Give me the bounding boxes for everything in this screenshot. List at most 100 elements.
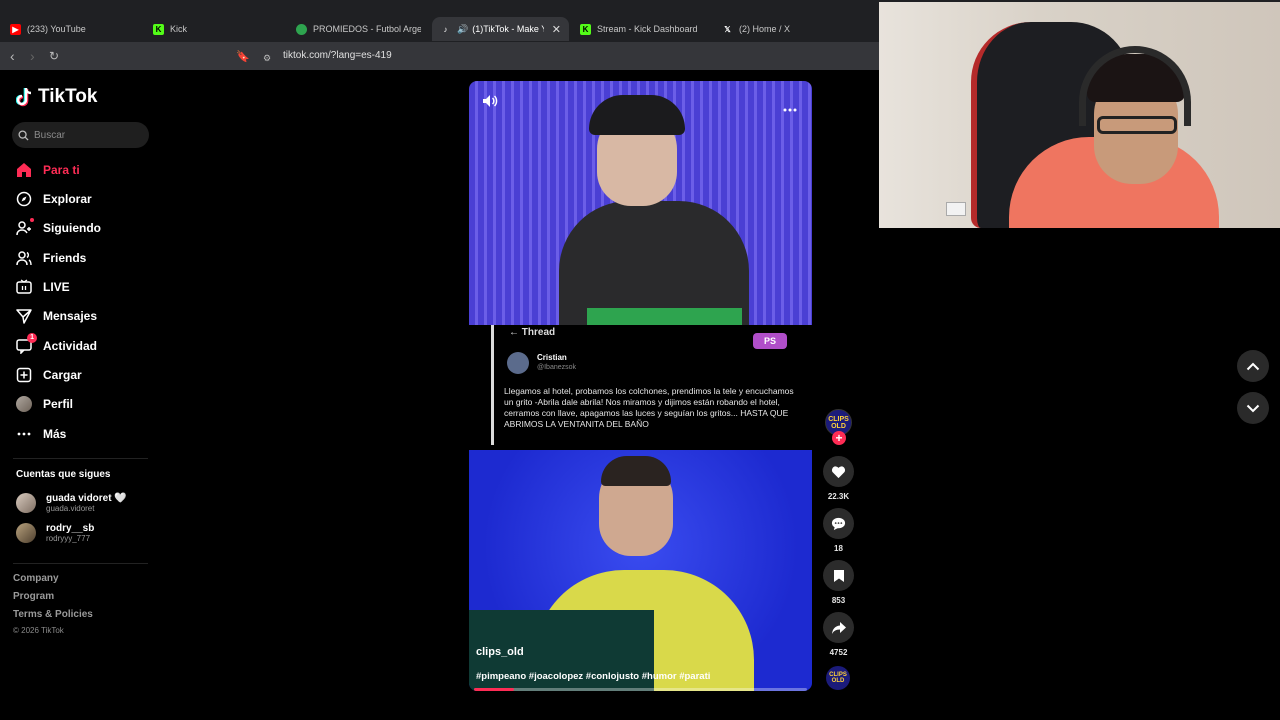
sidebar-divider bbox=[13, 458, 148, 459]
like-count: 22.3K bbox=[827, 492, 850, 501]
sidebar-item-siguiendo[interactable]: Siguiendo bbox=[16, 217, 101, 239]
video-player[interactable]: ← Thread PS Cristian @Ibanezsok Llegamos… bbox=[469, 81, 812, 691]
save-button[interactable] bbox=[823, 560, 854, 591]
tab-youtube[interactable]: ▶ (233) YouTube bbox=[10, 17, 130, 41]
previous-video-button[interactable] bbox=[1237, 350, 1269, 382]
sidebar-item-live[interactable]: LIVE bbox=[16, 276, 70, 298]
sidebar-item-label: Friends bbox=[43, 251, 87, 265]
tab-label: Stream - Kick Dashboard bbox=[597, 24, 698, 34]
tab-promiedos[interactable]: PROMIEDOS - Futbol Argentino bbox=[296, 17, 421, 41]
thread-author-handle: @Ibanezsok bbox=[537, 364, 577, 371]
volume-icon[interactable] bbox=[482, 94, 498, 113]
sidebar-item-mas[interactable]: Más bbox=[16, 423, 66, 445]
sidebar-item-mensajes[interactable]: Mensajes bbox=[16, 305, 97, 327]
sidebar-item-label: Cargar bbox=[43, 368, 82, 382]
promiedos-icon bbox=[296, 23, 307, 35]
footer-link-terms[interactable]: Terms & Policies bbox=[13, 609, 93, 620]
kick-icon: K bbox=[153, 23, 164, 35]
tab-tiktok[interactable]: ♪ 🔊 (1)TikTok - Make Your D ✕ bbox=[432, 17, 569, 41]
reload-icon[interactable]: ↻ bbox=[49, 48, 59, 64]
person-figure bbox=[559, 201, 749, 325]
video-frame-top bbox=[469, 81, 812, 325]
youtube-icon: ▶ bbox=[10, 23, 21, 35]
copyright: © 2026 TikTok bbox=[13, 626, 64, 635]
url-text[interactable]: tiktok.com/?lang=es-419 bbox=[283, 50, 392, 61]
footer-link-company[interactable]: Company bbox=[13, 573, 59, 584]
tiktok-logo[interactable]: TikTok bbox=[16, 86, 97, 108]
sidebar-item-actividad[interactable]: 1 Actividad bbox=[16, 333, 98, 357]
person-figure bbox=[589, 95, 685, 135]
comment-count: 18 bbox=[834, 544, 843, 553]
chevron-up-icon bbox=[1246, 362, 1260, 370]
more-options-icon[interactable] bbox=[783, 99, 797, 117]
sidebar-item-explorar[interactable]: Explorar bbox=[16, 188, 92, 210]
sidebar-item-cargar[interactable]: Cargar bbox=[16, 364, 82, 386]
following-icon bbox=[16, 218, 34, 236]
logo-text: TikTok bbox=[38, 86, 98, 107]
music-disc[interactable]: CLIPS OLD bbox=[826, 666, 850, 690]
thread-title: ← Thread bbox=[509, 327, 556, 338]
video-caption[interactable]: #pimpeano #joacolopez #conlojusto #humor… bbox=[476, 671, 710, 682]
thread-border bbox=[491, 325, 494, 445]
sidebar-item-label: Siguiendo bbox=[43, 221, 101, 235]
avatar bbox=[507, 352, 529, 374]
ps-sticker: PS bbox=[753, 333, 787, 349]
sidebar-item-perfil[interactable]: Perfil bbox=[16, 393, 73, 415]
tab-label: PROMIEDOS - Futbol Argentino bbox=[313, 24, 421, 34]
back-icon[interactable]: ‹ bbox=[10, 48, 15, 64]
site-settings-icon[interactable]: ⚙ bbox=[263, 50, 271, 66]
sidebar-item-para-ti[interactable]: Para ti bbox=[16, 159, 80, 181]
following-name: guada vidoret 🤍 bbox=[46, 493, 127, 504]
heart-icon bbox=[831, 465, 846, 478]
footer-link-program[interactable]: Program bbox=[13, 591, 54, 602]
compass-icon bbox=[16, 191, 32, 207]
next-video-button[interactable] bbox=[1237, 392, 1269, 424]
thread-screenshot: ← Thread PS Cristian @Ibanezsok Llegamos… bbox=[469, 325, 812, 450]
sidebar-item-label: Explorar bbox=[43, 192, 92, 206]
sidebar-item-label: LIVE bbox=[43, 280, 70, 294]
sidebar-item-label: Perfil bbox=[43, 397, 74, 411]
search-box[interactable] bbox=[12, 122, 149, 148]
share-button[interactable] bbox=[823, 612, 854, 643]
webcam-overlay bbox=[879, 2, 1280, 228]
wall-outlet bbox=[946, 202, 966, 216]
upload-icon bbox=[16, 367, 32, 383]
tab-kick[interactable]: K Kick bbox=[153, 17, 273, 41]
thread-author-name: Cristian bbox=[537, 353, 567, 362]
tab-x[interactable]: 𝕏 (2) Home / X bbox=[722, 17, 842, 41]
following-account[interactable]: guada vidoret 🤍 guada.vidoret bbox=[16, 493, 127, 513]
bookmark-icon bbox=[833, 569, 844, 582]
friends-icon bbox=[16, 250, 32, 266]
sidebar-item-label: Actividad bbox=[43, 339, 98, 353]
search-icon bbox=[18, 129, 29, 141]
video-author[interactable]: clips_old bbox=[476, 646, 524, 658]
more-icon bbox=[16, 426, 32, 442]
activity-icon: 1 bbox=[16, 333, 37, 354]
bookmark-icon[interactable]: 🔖 bbox=[236, 49, 250, 65]
close-tab-icon[interactable]: ✕ bbox=[552, 23, 561, 36]
share-count: 4752 bbox=[829, 648, 848, 657]
like-button[interactable] bbox=[823, 456, 854, 487]
share-icon bbox=[831, 621, 846, 634]
sidebar-item-label: Para ti bbox=[43, 163, 80, 177]
comment-button[interactable] bbox=[823, 508, 854, 539]
speaker-icon: 🔊 bbox=[457, 23, 469, 34]
sidebar-item-friends[interactable]: Friends bbox=[16, 247, 86, 269]
chevron-down-icon bbox=[1246, 404, 1260, 412]
person-figure bbox=[601, 456, 671, 486]
following-account[interactable]: rodry__sb rodryyy_777 bbox=[16, 523, 94, 543]
sidebar-item-label: Mensajes bbox=[43, 309, 98, 323]
follow-plus-icon[interactable]: + bbox=[832, 431, 846, 445]
forward-icon[interactable]: › bbox=[30, 48, 35, 64]
tab-kick-dashboard[interactable]: K Stream - Kick Dashboard bbox=[580, 17, 710, 41]
profile-icon bbox=[16, 396, 32, 412]
search-input[interactable] bbox=[34, 129, 134, 141]
messages-icon bbox=[16, 308, 32, 324]
glasses-shape bbox=[1097, 116, 1177, 134]
activity-badge: 1 bbox=[27, 333, 37, 343]
save-count: 853 bbox=[831, 596, 846, 605]
following-section-title: Cuentas que sigues bbox=[16, 469, 111, 480]
tab-label: Kick bbox=[170, 24, 188, 34]
thread-post-text: Llegamos al hotel, probamos los colchone… bbox=[504, 386, 794, 429]
video-progress-bar[interactable] bbox=[474, 688, 807, 691]
